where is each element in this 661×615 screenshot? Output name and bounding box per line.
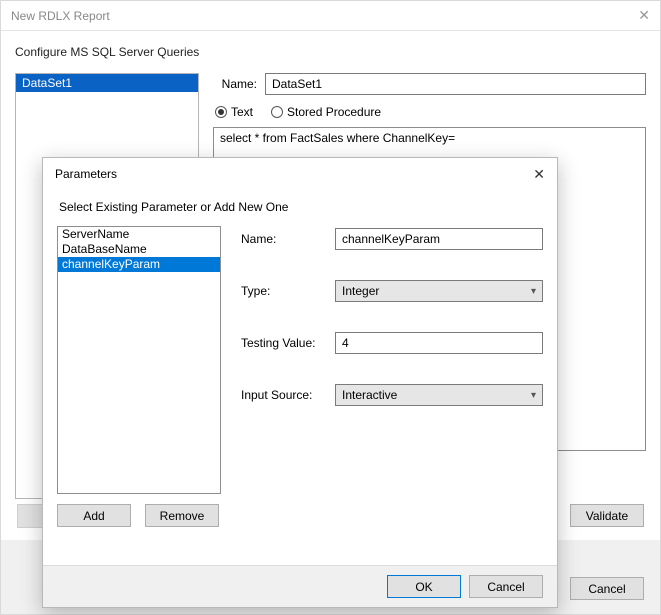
parent-title: New RDLX Report [11,9,110,23]
dialog-footer: OK Cancel [43,565,557,607]
list-item[interactable]: channelKeyParam [58,257,220,272]
radio-text-label: Text [231,105,253,119]
radio-text[interactable]: Text [215,105,253,119]
cancel-button[interactable]: Cancel [469,575,543,598]
param-testing-label: Testing Value: [241,336,325,350]
parameters-dialog: Parameters ✕ Select Existing Parameter o… [42,157,558,608]
close-icon[interactable]: ✕ [517,166,545,183]
param-type-select[interactable]: Integer ▾ [335,280,543,302]
radio-stored-procedure[interactable]: Stored Procedure [271,105,381,119]
close-icon[interactable]: ✕ [620,7,650,24]
radio-sp-label: Stored Procedure [287,105,381,119]
name-label: Name: [213,77,257,91]
dialog-subtitle: Select Existing Parameter or Add New One [59,200,543,214]
query-text: select * from FactSales where ChannelKey… [220,131,455,145]
validate-button[interactable]: Validate [570,504,644,527]
param-source-value: Interactive [342,388,397,402]
param-testing-input[interactable] [335,332,543,354]
parameter-fields: Name: Type: Integer ▾ Testing Value: Inp… [241,226,543,555]
list-item[interactable]: DataBaseName [58,242,220,257]
parent-cancel-button[interactable]: Cancel [570,577,644,600]
param-type-label: Type: [241,284,325,298]
param-name-label: Name: [241,232,325,246]
dataset-item[interactable]: DataSet1 [16,74,198,92]
ok-button[interactable]: OK [387,575,461,598]
dialog-titlebar: Parameters ✕ [43,158,557,190]
param-source-select[interactable]: Interactive ▾ [335,384,543,406]
parameter-list[interactable]: ServerName DataBaseName channelKeyParam [57,226,221,494]
chevron-down-icon: ▾ [531,390,536,401]
chevron-down-icon: ▾ [531,286,536,297]
dialog-title: Parameters [55,167,117,181]
list-item[interactable]: ServerName [58,227,220,242]
remove-button[interactable]: Remove [145,504,219,527]
page-subtitle: Configure MS SQL Server Queries [15,45,646,59]
radio-unchecked-icon [271,106,283,118]
parent-titlebar: New RDLX Report ✕ [1,1,660,31]
command-type-group: Text Stored Procedure [215,105,646,119]
param-source-label: Input Source: [241,388,325,402]
param-name-input[interactable] [335,228,543,250]
param-type-value: Integer [342,284,379,298]
dataset-name-input[interactable] [265,73,646,95]
radio-checked-icon [215,106,227,118]
add-button[interactable]: Add [57,504,131,527]
